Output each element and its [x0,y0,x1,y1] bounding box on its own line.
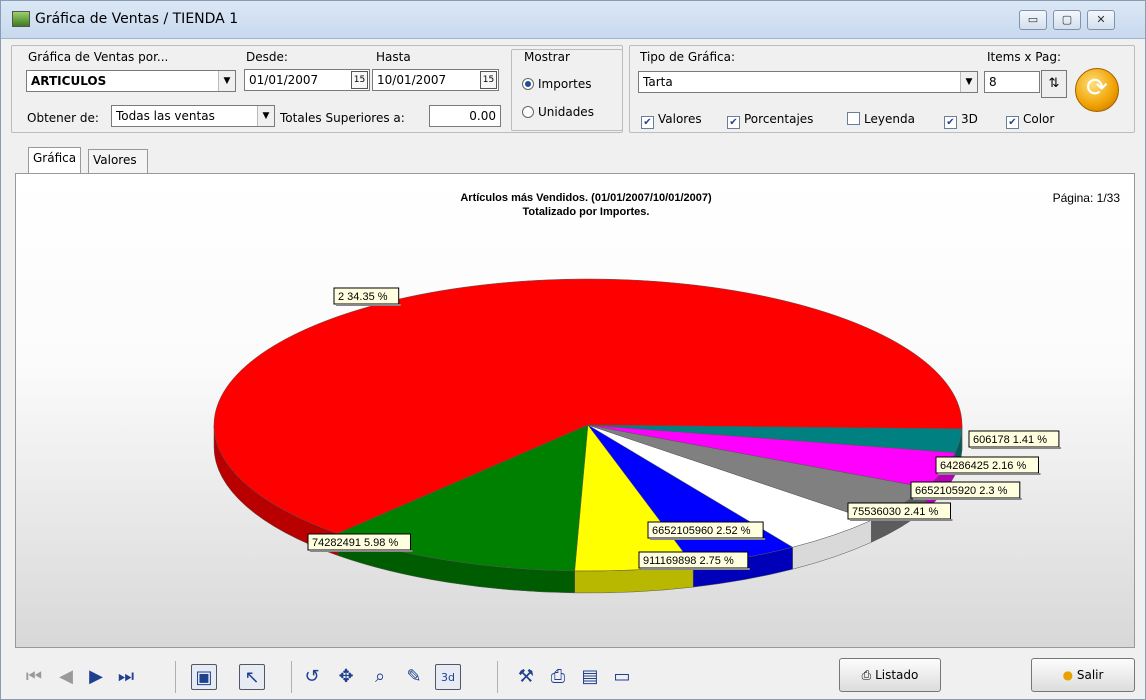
tools-icon[interactable]: ⚒ [513,664,539,690]
totales-input[interactable]: 0.00 [429,105,501,127]
checkbox-icon: ✔ [641,116,654,129]
grafica-por-select[interactable]: ARTICULOS ▼ [26,70,236,92]
check-3d[interactable]: ✔ 3D [944,112,978,129]
check-porcentajes[interactable]: ✔ Porcentajes [727,112,813,129]
radio-icon [522,106,534,118]
data-label: 2 34.35 % [338,291,388,303]
items-label: Items x Pag: [987,50,1062,64]
radio-selected-icon [522,78,534,90]
data-label-shadow [850,519,953,521]
obtener-label: Obtener de: [27,111,99,125]
data-label-shadow [938,473,1041,475]
items-input[interactable]: 8 [984,71,1040,93]
desde-date-field[interactable]: 01/01/2007 15 [244,69,370,91]
check-valores[interactable]: ✔ Valores [641,112,702,129]
maximize-button[interactable]: ▢ [1053,10,1081,30]
chart-panel: Artículos más Vendidos. (01/01/2007/10/0… [15,173,1135,648]
checkbox-icon: ✔ [1006,116,1019,129]
rotate-icon[interactable]: ↺ [299,664,325,690]
obtener-select[interactable]: Todas las ventas ▼ [111,105,275,127]
desde-label: Desde: [246,50,288,64]
chevron-down-icon: ▼ [257,106,274,126]
app-icon [12,11,30,27]
check-color[interactable]: ✔ Color [1006,112,1054,129]
salir-button[interactable]: ● Salir [1031,658,1135,692]
grafica-por-label: Gráfica de Ventas por... [28,50,169,64]
data-label-shadow [641,568,750,570]
toolbar-separator [497,661,498,693]
toolbar-separator [291,661,292,693]
checkbox-icon: ✔ [944,116,957,129]
listado-button[interactable]: ⎙ Listado [839,658,941,692]
print-icon[interactable]: ⎙ [545,664,571,690]
radio-unidades[interactable]: Unidades [522,105,594,119]
data-label: 911169898 2.75 % [643,555,734,567]
next-page-icon[interactable]: ▶ [83,664,109,690]
close-icon: ✕ [1096,13,1106,26]
3d-icon[interactable]: 3d [435,664,461,690]
chevron-down-icon: ▼ [960,72,977,92]
save-icon[interactable]: ▭ [609,664,635,690]
data-label: 6652105960 2.52 % [652,525,751,537]
pointer-icon[interactable]: ↖ [239,664,265,690]
check-leyenda[interactable]: Leyenda [847,112,915,126]
close-button[interactable]: ✕ [1087,10,1115,30]
mostrar-label: Mostrar [524,50,570,64]
data-label-shadow [971,447,1061,449]
minimize-button[interactable]: ▭ [1019,10,1047,30]
chart-title: Artículos más Vendidos. (01/01/2007/10/0… [460,192,712,204]
data-label: 64286425 2.16 % [940,460,1026,472]
window: Gráfica de Ventas / TIENDA 1 ▭ ▢ ✕ Gráfi… [0,0,1146,700]
data-label: 75536030 2.41 % [852,506,938,518]
radio-importes[interactable]: Importes [522,77,591,91]
print-icon: ⎙ [861,668,876,682]
prev-page-icon[interactable]: ◀ [53,664,79,690]
data-label-shadow [310,550,413,552]
calendar-icon[interactable]: 15 [480,71,497,89]
last-page-icon[interactable]: ⏭ [113,664,139,690]
edit-icon[interactable]: ✎ [401,664,427,690]
checkbox-icon: ✔ [727,116,740,129]
tab-grafica[interactable]: Gráfica [28,147,82,173]
tipo-label: Tipo de Gráfica: [640,50,736,64]
chevron-down-icon: ▼ [218,71,235,91]
zoom-icon[interactable]: ⌕ [367,664,393,690]
maximize-icon: ▢ [1061,13,1073,26]
exit-icon: ● [1062,668,1077,682]
data-label: 74282491 5.98 % [312,537,398,549]
minimize-icon: ▭ [1027,13,1039,26]
checkbox-icon [847,112,860,125]
pie-chart: Artículos más Vendidos. (01/01/2007/10/0… [213,191,1121,594]
data-label-shadow [650,538,766,540]
window-title: Gráfica de Ventas / TIENDA 1 [35,11,239,27]
first-page-icon[interactable]: ⏮ [21,664,47,690]
export-icon[interactable]: ▤ [577,664,603,690]
tab-valores[interactable]: Valores [88,149,148,173]
spinner-icon[interactable]: ⇅ [1041,70,1067,98]
tipo-select[interactable]: Tarta ▼ [638,71,978,93]
toolbar-separator [175,661,176,693]
calendar-icon[interactable]: 15 [351,71,368,89]
chart-subtitle: Totalizado por Importes. [523,206,650,218]
data-label-shadow [913,498,1022,500]
title-bar: Gráfica de Ventas / TIENDA 1 ▭ ▢ ✕ [1,1,1145,39]
hasta-label: Hasta [376,50,411,64]
page-indicator: Página: 1/33 [1053,191,1121,205]
data-label: 6652105920 2.3 % [915,485,1008,497]
move-icon[interactable]: ✥ [333,664,359,690]
data-label: 606178 1.41 % [973,434,1047,446]
data-label-shadow [336,304,401,306]
refresh-button[interactable] [1075,68,1119,112]
hasta-date-field[interactable]: 10/01/2007 15 [372,69,499,91]
fit-icon[interactable]: ▣ [191,664,217,690]
totales-label: Totales Superiores a: [280,111,405,125]
